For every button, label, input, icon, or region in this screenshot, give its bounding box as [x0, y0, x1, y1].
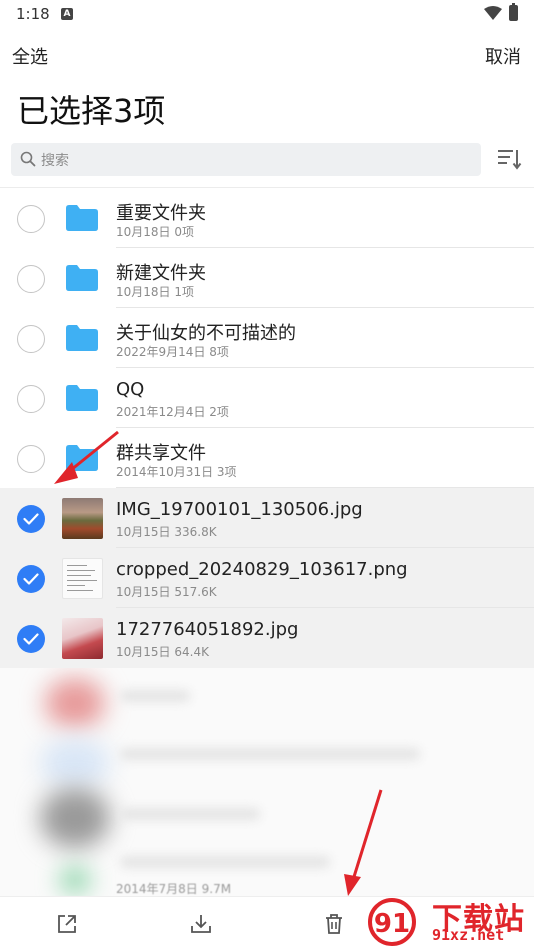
row-checkbox-checked[interactable] [17, 505, 45, 533]
share-icon[interactable] [55, 912, 79, 936]
list-item[interactable]: QQ 2021年12月4日 2项 [0, 368, 534, 428]
notification-icon: A [61, 8, 73, 20]
list-item[interactable]: cropped_20240829_103617.png 10月15日 517.6… [0, 548, 534, 608]
file-name: 重要文件夹 [116, 203, 206, 224]
folder-icon [66, 445, 98, 471]
select-all-button[interactable]: 全选 [12, 43, 48, 69]
image-thumbnail [62, 498, 103, 539]
file-date: 2022年9月14日 [116, 345, 206, 359]
file-name: 关于仙女的不可描述的 [116, 323, 296, 344]
row-checkbox-checked[interactable] [17, 565, 45, 593]
list-item[interactable]: 关于仙女的不可描述的 2022年9月14日 8项 [0, 308, 534, 368]
row-checkbox[interactable] [17, 205, 45, 233]
list-item[interactable]: 1727764051892.jpg 10月15日 64.4K [0, 608, 534, 668]
status-time: 1:18 [16, 5, 50, 23]
image-thumbnail [62, 618, 103, 659]
blurred-text [120, 690, 190, 702]
battery-icon [509, 3, 518, 21]
status-bar: 1:18 A [0, 0, 534, 28]
file-date: 2021年12月4日 [116, 405, 206, 419]
row-checkbox[interactable] [17, 265, 45, 293]
file-name: QQ [116, 379, 145, 400]
folder-icon [66, 385, 98, 411]
watermark-url: 91xz.net [432, 926, 505, 944]
file-date: 10月15日 [116, 645, 171, 659]
file-detail: 3项 [216, 465, 237, 479]
image-thumbnail [62, 558, 103, 599]
file-meta: 2014年10月31日 3项 [116, 463, 237, 480]
row-checkbox-checked[interactable] [17, 625, 45, 653]
blurred-text [120, 748, 420, 760]
folder-icon [66, 205, 98, 231]
file-meta: 10月18日 0项 [116, 223, 194, 240]
trash-icon[interactable] [322, 912, 346, 936]
blurred-text [120, 856, 330, 868]
list-item[interactable]: 群共享文件 2014年10月31日 3项 [0, 428, 534, 488]
sort-icon[interactable] [496, 147, 522, 171]
list-item[interactable]: 新建文件夹 10月18日 1项 [0, 248, 534, 308]
search-icon [20, 151, 36, 167]
file-name: IMG_19700101_130506.jpg [116, 499, 363, 520]
download-icon[interactable] [189, 912, 213, 936]
blurred-thumbnail [40, 738, 110, 788]
file-name: cropped_20240829_103617.png [116, 559, 408, 580]
row-checkbox[interactable] [17, 385, 45, 413]
file-name: 新建文件夹 [116, 263, 206, 284]
file-detail: 8项 [209, 345, 229, 359]
file-detail: 336.8K [174, 525, 217, 539]
wifi-icon [484, 6, 502, 20]
file-meta: 10月18日 1项 [116, 283, 194, 300]
file-detail: 64.4K [174, 645, 209, 659]
list-item[interactable]: IMG_19700101_130506.jpg 10月15日 336.8K [0, 488, 534, 548]
file-date: 10月15日 [116, 585, 171, 599]
page-title: 已选择3项 [17, 92, 166, 130]
file-meta: 10月15日 336.8K [116, 523, 217, 540]
check-icon [23, 513, 39, 525]
search-input[interactable]: 搜索 [11, 143, 481, 176]
blurred-thumbnail [60, 868, 90, 892]
file-meta: 2022年9月14日 8项 [116, 343, 229, 360]
list-item[interactable]: 重要文件夹 10月18日 0项 [0, 188, 534, 248]
check-icon [23, 633, 39, 645]
check-icon [23, 573, 39, 585]
blurred-thumbnail [40, 788, 110, 848]
file-detail: 0项 [174, 225, 195, 239]
blurred-text [120, 808, 260, 820]
file-meta: 2021年12月4日 2项 [116, 403, 229, 420]
file-detail: 1项 [174, 285, 195, 299]
watermark-logo: 91 [368, 898, 416, 946]
file-date: 10月18日 [116, 225, 171, 239]
folder-icon [66, 325, 98, 351]
file-date: 10月15日 [116, 525, 171, 539]
blurred-region: 2014年7月8日 9.7M [0, 668, 534, 896]
blurred-file-meta: 2014年7月8日 9.7M [116, 882, 232, 896]
file-name: 群共享文件 [116, 443, 206, 464]
file-detail: 517.6K [174, 585, 217, 599]
file-meta: 10月15日 517.6K [116, 583, 217, 600]
folder-icon [66, 265, 98, 291]
blurred-thumbnail [45, 678, 105, 728]
file-name: 1727764051892.jpg [116, 619, 299, 640]
cancel-button[interactable]: 取消 [485, 43, 521, 69]
svg-text:91: 91 [374, 909, 410, 939]
file-date: 10月18日 [116, 285, 171, 299]
watermark: 91 下载站 91xz.net [362, 890, 534, 950]
row-checkbox[interactable] [17, 445, 45, 473]
file-meta: 10月15日 64.4K [116, 643, 209, 660]
row-checkbox[interactable] [17, 325, 45, 353]
file-date: 2014年10月31日 [116, 465, 214, 479]
file-detail: 2项 [209, 405, 229, 419]
search-placeholder: 搜索 [41, 153, 69, 169]
